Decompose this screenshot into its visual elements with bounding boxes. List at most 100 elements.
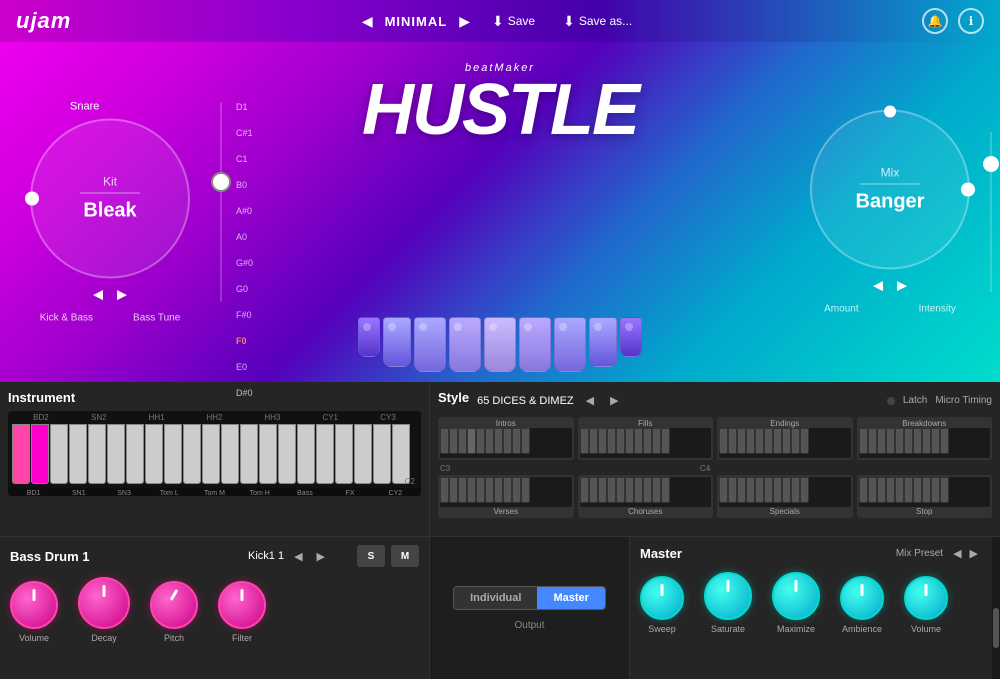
style-preset: 65 DICES & DIMEZ: [477, 395, 574, 407]
wk-20[interactable]: [373, 424, 391, 484]
wk-14[interactable]: [259, 424, 277, 484]
note-d1: D1: [236, 102, 253, 112]
mix-knob-top[interactable]: [884, 106, 896, 118]
filter-knob[interactable]: [218, 581, 266, 629]
wk-5[interactable]: [88, 424, 106, 484]
wk-10[interactable]: [183, 424, 201, 484]
intensity-knob[interactable]: [983, 156, 999, 172]
master-title: Master: [640, 546, 682, 561]
intensity-slider: [990, 132, 992, 292]
wk-16[interactable]: [297, 424, 315, 484]
m-button[interactable]: M: [391, 545, 419, 567]
wk-18[interactable]: [335, 424, 353, 484]
bell-button[interactable]: 🔔: [922, 8, 948, 34]
decay-knob[interactable]: [78, 577, 130, 629]
sweep-knob-group: Sweep: [640, 576, 684, 634]
wk-21[interactable]: [392, 424, 410, 484]
bass-tune-track[interactable]: D1 C#1 C1 B0 A#0 A0 G#0 G0 F#0 F0 E0 D#0…: [220, 102, 222, 302]
wk-17[interactable]: [316, 424, 334, 484]
wk-12[interactable]: [221, 424, 239, 484]
pitch-knob-label: Pitch: [164, 633, 184, 643]
breakdowns-keys[interactable]: [859, 428, 991, 458]
choruses-label: Choruses: [580, 507, 712, 516]
intros-keys[interactable]: [440, 428, 572, 458]
specials-keys[interactable]: [719, 477, 851, 507]
wk-3[interactable]: [50, 424, 68, 484]
ambience-knob[interactable]: [840, 576, 884, 620]
mix-next-arrow[interactable]: ▶: [897, 278, 907, 294]
wk-19[interactable]: [354, 424, 372, 484]
wk-13[interactable]: [240, 424, 258, 484]
bass-tune-knob[interactable]: [211, 172, 231, 192]
lbl-bd1: BD1: [12, 490, 55, 496]
maximize-label: Maximize: [777, 624, 815, 634]
stop-keys[interactable]: [859, 477, 991, 507]
kit-prev-arrow[interactable]: ◀: [93, 287, 103, 303]
info-button[interactable]: ℹ: [958, 8, 984, 34]
save-icon: ⬇: [492, 13, 504, 30]
mix-preset-next[interactable]: ▶: [966, 545, 982, 562]
mix-preset-prev[interactable]: ◀: [949, 545, 965, 562]
intensity-track[interactable]: [990, 132, 992, 292]
ambience-label: Ambience: [842, 624, 882, 634]
save-button[interactable]: ⬇ Save: [482, 9, 545, 34]
individual-button[interactable]: Individual: [454, 587, 537, 609]
endings-keys[interactable]: [719, 428, 851, 458]
wk-4[interactable]: [69, 424, 87, 484]
master-header: Master Mix Preset ◀ ▶: [640, 545, 982, 562]
endings-label: Endings: [719, 419, 851, 428]
saturate-knob[interactable]: [704, 572, 752, 620]
preset-prev-arrow[interactable]: ◀: [358, 11, 377, 32]
bass-drum-header: Bass Drum 1 Kick1 1 ◀ ▶ S M: [10, 545, 419, 567]
wk-11[interactable]: [202, 424, 220, 484]
kit-label: Kit: [103, 175, 117, 189]
master-volume-knob[interactable]: [904, 576, 948, 620]
mix-prev-arrow[interactable]: ◀: [873, 278, 883, 294]
kit-knob-left[interactable]: [25, 192, 39, 206]
kit-value: Bleak: [83, 200, 136, 223]
style-prev-arrow[interactable]: ◀: [582, 392, 598, 409]
bass-drum-panel: Bass Drum 1 Kick1 1 ◀ ▶ S M Volume: [0, 537, 430, 679]
note-g0: G0: [236, 284, 253, 294]
fills-label: Fills: [580, 419, 712, 428]
volume-knob-group: Volume: [10, 581, 58, 643]
style-next-arrow[interactable]: ▶: [606, 392, 622, 409]
wk-15[interactable]: [278, 424, 296, 484]
intros-label: Intros: [440, 419, 572, 428]
wk-8[interactable]: [145, 424, 163, 484]
bass-drum-preset-selector: Kick1 1 ◀ ▶: [248, 548, 329, 565]
mix-circle: Mix Banger: [810, 110, 970, 270]
sweep-knob[interactable]: [640, 576, 684, 620]
sweep-indicator: [661, 584, 664, 596]
c3-label: C3: [440, 464, 450, 473]
controls-row: Bass Drum 1 Kick1 1 ◀ ▶ S M Volume: [0, 537, 1000, 679]
style-panel: Style 65 DICES & DIMEZ ◀ ▶ Latch Micro T…: [430, 382, 1000, 536]
master-toggle-button[interactable]: Master: [537, 587, 604, 609]
master-volume-knob-group: Volume: [904, 576, 948, 634]
pitch-knob[interactable]: [150, 581, 198, 629]
scroll-thumb[interactable]: [993, 608, 999, 648]
s-button[interactable]: S: [357, 545, 385, 567]
wk-2[interactable]: [31, 424, 49, 484]
volume-knob-label: Volume: [19, 633, 49, 643]
bass-drum-next[interactable]: ▶: [313, 548, 329, 565]
kit-circle: Kit Bleak: [30, 119, 190, 279]
maximize-knob[interactable]: [772, 572, 820, 620]
specials-label: Specials: [719, 507, 851, 516]
wk-1[interactable]: [12, 424, 30, 484]
mix-knob-right[interactable]: [961, 183, 975, 197]
verses-keys[interactable]: [440, 477, 572, 507]
right-scrollbar[interactable]: [992, 537, 1000, 679]
volume-knob[interactable]: [10, 581, 58, 629]
wk-6[interactable]: [107, 424, 125, 484]
mix-preset-label: Mix Preset: [896, 548, 943, 559]
fills-keys[interactable]: [580, 428, 712, 458]
kit-next-arrow[interactable]: ▶: [117, 287, 127, 303]
save-as-button[interactable]: ⬇ Save as...: [553, 9, 642, 34]
output-label: Output: [514, 620, 544, 631]
choruses-keys[interactable]: [580, 477, 712, 507]
wk-9[interactable]: [164, 424, 182, 484]
preset-next-arrow[interactable]: ▶: [455, 11, 474, 32]
wk-7[interactable]: [126, 424, 144, 484]
bass-drum-prev[interactable]: ◀: [290, 548, 306, 565]
